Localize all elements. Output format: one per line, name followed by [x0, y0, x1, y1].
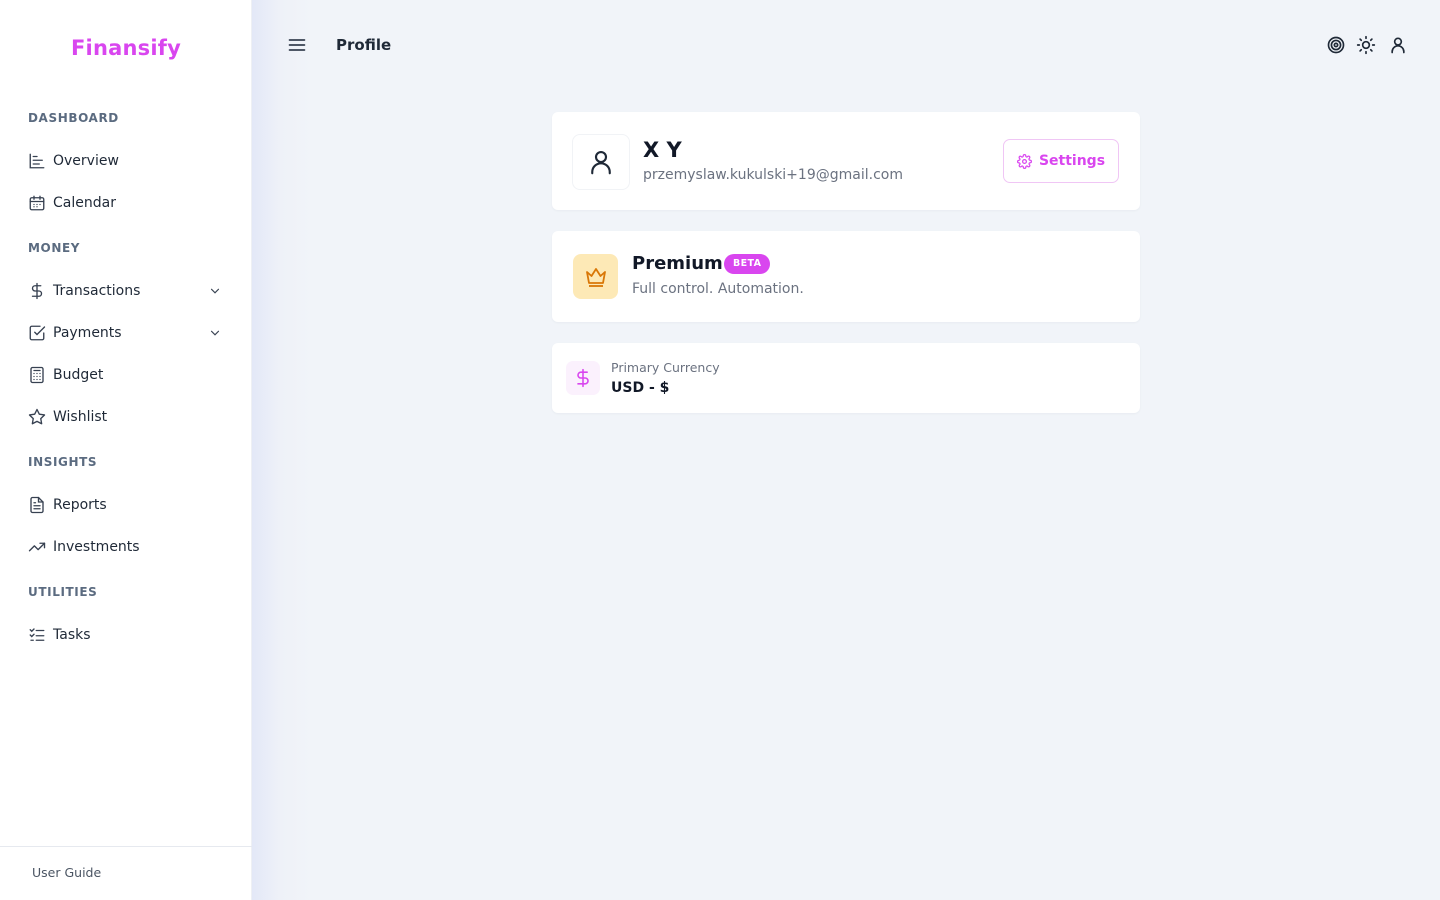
sidebar-item-overview[interactable]: Overview — [16, 144, 236, 178]
sidebar-item-payments[interactable]: Payments — [16, 316, 236, 350]
chart-icon — [28, 152, 46, 170]
settings-button[interactable]: Settings — [1003, 139, 1119, 183]
currency-label: Primary Currency — [611, 360, 720, 375]
brand-logo[interactable]: Finansify — [0, 36, 252, 60]
section-title-dashboard: DASHBOARD — [28, 111, 119, 125]
profile-card: X Y przemyslaw.kukulski+19@gmail.com Set… — [552, 112, 1140, 210]
section-title-utilities: UTILITIES — [28, 585, 98, 599]
sidebar-item-investments[interactable]: Investments — [16, 530, 236, 564]
sidebar-item-label: Tasks — [53, 627, 91, 643]
file-icon — [28, 496, 46, 514]
dollar-icon — [28, 282, 46, 300]
sidebar-item-label: Reports — [53, 497, 107, 513]
sun-icon[interactable] — [1356, 35, 1376, 55]
beta-badge: BETA — [724, 254, 771, 274]
calculator-icon — [28, 366, 46, 384]
hamburger-icon — [288, 39, 306, 51]
target-icon[interactable] — [1326, 35, 1346, 55]
star-icon — [28, 408, 46, 426]
avatar — [572, 134, 630, 190]
check-square-icon — [28, 324, 46, 342]
user-icon — [591, 150, 611, 175]
sidebar-item-calendar[interactable]: Calendar — [16, 186, 236, 220]
gear-icon — [1017, 153, 1032, 169]
sidebar-shadow — [252, 0, 312, 900]
profile-name: X Y — [643, 138, 682, 162]
user-icon[interactable] — [1388, 35, 1408, 55]
page-title: Profile — [336, 36, 392, 54]
premium-card[interactable]: Premium BETA Full control. Automation. — [552, 231, 1140, 322]
chevron-down-icon[interactable] — [208, 326, 222, 340]
crown-icon — [585, 267, 606, 287]
sidebar-item-label: Calendar — [53, 195, 116, 211]
premium-subtitle: Full control. Automation. — [632, 281, 804, 297]
calendar-icon — [28, 194, 46, 212]
sidebar-item-reports[interactable]: Reports — [16, 488, 236, 522]
premium-title: Premium — [632, 253, 723, 274]
menu-toggle-button[interactable] — [287, 35, 307, 55]
section-title-insights: INSIGHTS — [28, 455, 98, 469]
sidebar-item-label: Investments — [53, 539, 140, 555]
sidebar-item-wishlist[interactable]: Wishlist — [16, 400, 236, 434]
chevron-down-icon[interactable] — [208, 284, 222, 298]
list-checks-icon — [28, 626, 46, 644]
profile-email: przemyslaw.kukulski+19@gmail.com — [643, 167, 903, 183]
settings-button-label: Settings — [1038, 153, 1106, 169]
sidebar-item-label: Wishlist — [53, 409, 108, 425]
sidebar-item-tasks[interactable]: Tasks — [16, 618, 236, 652]
user-guide-link[interactable]: User Guide — [32, 865, 101, 880]
sidebar-item-label: Payments — [53, 325, 122, 341]
section-title-money: MONEY — [28, 241, 81, 255]
sidebar-footer: User Guide — [0, 846, 252, 900]
sidebar-item-label: Overview — [53, 153, 119, 169]
primary-currency-card[interactable]: Primary Currency USD - $ — [552, 343, 1140, 413]
sidebar-item-label: Budget — [53, 367, 104, 383]
dollar-icon — [577, 368, 589, 388]
sidebar-item-transactions[interactable]: Transactions — [16, 274, 236, 308]
trending-up-icon — [28, 538, 46, 556]
currency-icon-box — [566, 361, 600, 395]
premium-icon-box — [573, 254, 618, 299]
sidebar: Finansify DASHBOARD Overview Calendar MO… — [0, 0, 252, 900]
currency-value: USD - $ — [611, 380, 670, 396]
sidebar-item-label: Transactions — [53, 283, 141, 299]
sidebar-item-budget[interactable]: Budget — [16, 358, 236, 392]
